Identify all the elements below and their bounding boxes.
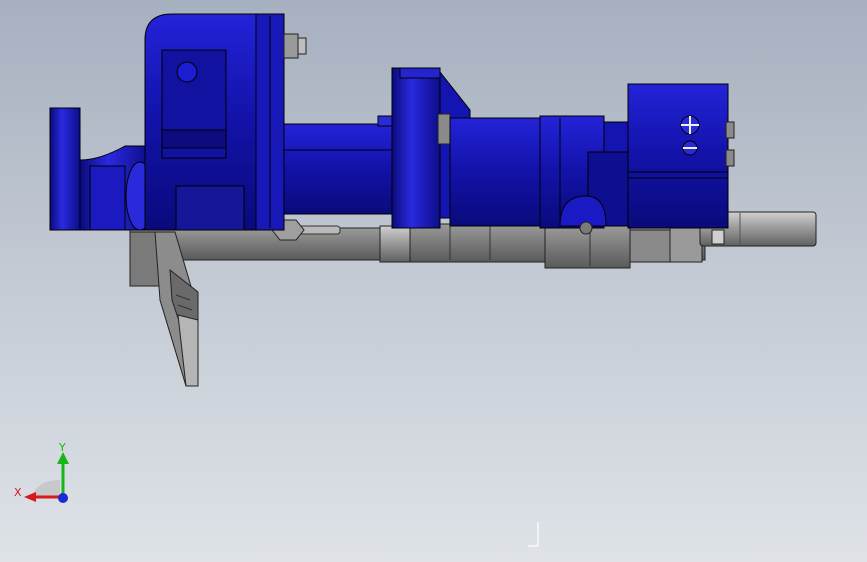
coordinate-triad-icon: Y X: [10, 440, 80, 510]
cursor-icon: [528, 522, 539, 547]
encoder-end-cap[interactable]: [627, 83, 735, 229]
graphics-viewport[interactable]: Y X: [0, 0, 867, 562]
triad-graphic: [24, 452, 69, 503]
left-adapter-flange[interactable]: [49, 107, 155, 231]
motor-body[interactable]: [449, 115, 633, 235]
connecting-tube[interactable]: [283, 115, 409, 215]
y-axis-label: Y: [59, 441, 66, 454]
main-housing[interactable]: [144, 13, 285, 231]
gearbox-assembly-model[interactable]: [0, 0, 867, 562]
x-axis-label: X: [14, 486, 22, 499]
